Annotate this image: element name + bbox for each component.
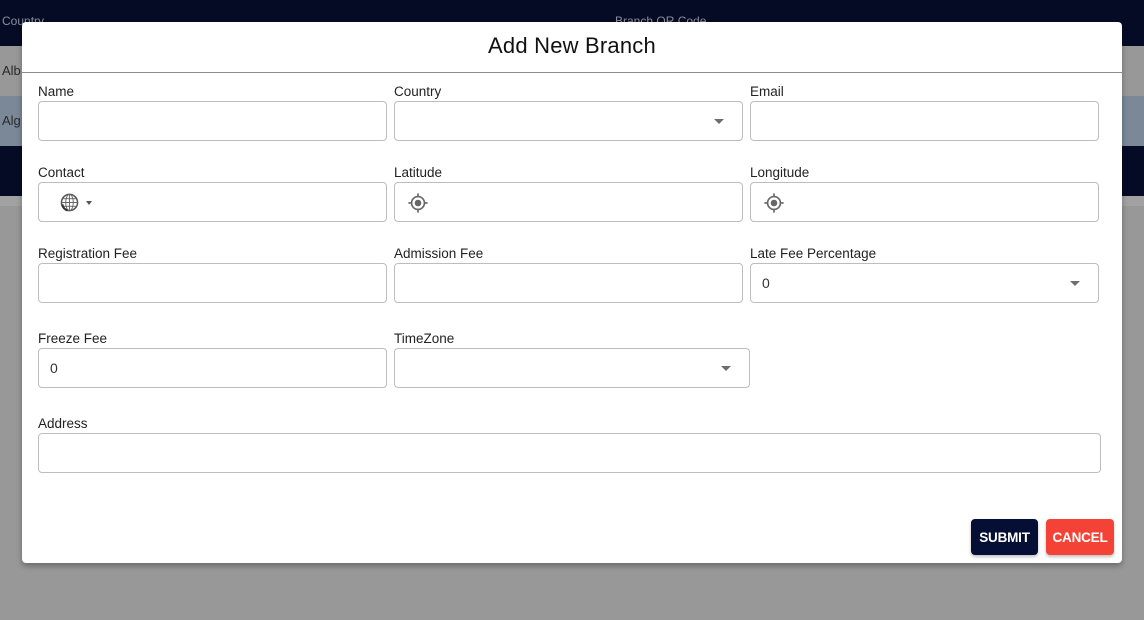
address-field: Address (38, 414, 1101, 473)
freeze-fee-input[interactable]: 0 (38, 348, 387, 388)
row-country: Alb (2, 63, 21, 78)
timezone-select[interactable] (394, 348, 750, 388)
name-label: Name (38, 84, 75, 99)
name-field: Name (38, 82, 387, 141)
freeze-fee-field: Freeze Fee 0 (38, 329, 387, 388)
dialog-title: Add New Branch (22, 22, 1122, 73)
country-code-dropdown-icon[interactable] (86, 201, 92, 205)
late-fee-percentage-select[interactable]: 0 (750, 263, 1099, 303)
submit-button[interactable]: SUBMIT (971, 519, 1038, 555)
registration-fee-field: Registration Fee (38, 244, 387, 303)
name-input[interactable] (38, 101, 387, 141)
contact-field: Contact (38, 163, 387, 222)
late-fee-percentage-field: Late Fee Percentage 0 (750, 244, 1099, 303)
email-field: Email (750, 82, 1099, 141)
row-country: Alg (2, 113, 21, 128)
freeze-fee-label: Freeze Fee (38, 331, 108, 346)
admission-fee-label: Admission Fee (394, 246, 484, 261)
admission-fee-input[interactable] (394, 263, 743, 303)
chevron-down-icon[interactable] (721, 366, 731, 371)
chevron-down-icon[interactable] (714, 119, 724, 124)
contact-label: Contact (38, 165, 85, 180)
country-select[interactable] (394, 101, 743, 141)
registration-fee-input[interactable] (38, 263, 387, 303)
add-branch-dialog: Add New Branch Name Country Email Contac… (22, 22, 1122, 563)
gps-target-icon[interactable] (407, 192, 429, 214)
longitude-label: Longitude (750, 165, 810, 180)
cancel-button[interactable]: CANCEL (1046, 519, 1114, 555)
admission-fee-field: Admission Fee (394, 244, 743, 303)
timezone-field: TimeZone (394, 329, 750, 388)
longitude-field: Longitude (750, 163, 1099, 222)
email-input[interactable] (750, 101, 1099, 141)
gps-target-icon[interactable] (763, 192, 785, 214)
email-label: Email (750, 84, 784, 99)
contact-phone-input[interactable] (38, 182, 387, 222)
country-label: Country (394, 84, 442, 99)
registration-fee-label: Registration Fee (38, 246, 138, 261)
address-label: Address (38, 416, 88, 431)
latitude-field: Latitude (394, 163, 743, 222)
chevron-down-icon[interactable] (1070, 281, 1080, 286)
globe-icon[interactable] (60, 193, 79, 212)
timezone-label: TimeZone (394, 331, 455, 346)
latitude-input[interactable] (394, 182, 743, 222)
longitude-input[interactable] (750, 182, 1099, 222)
late-fee-percentage-label: Late Fee Percentage (750, 246, 877, 261)
latitude-label: Latitude (394, 165, 443, 180)
country-field: Country (394, 82, 743, 141)
address-input[interactable] (38, 433, 1101, 473)
